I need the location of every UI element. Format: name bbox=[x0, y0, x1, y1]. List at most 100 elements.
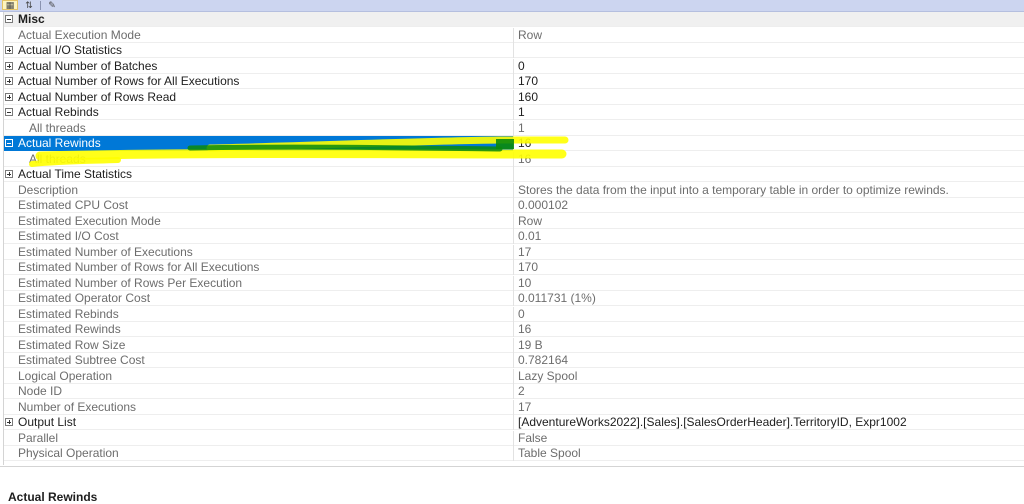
property-label: Estimated Number of Rows Per Execution bbox=[18, 276, 243, 290]
collapse-icon[interactable] bbox=[5, 15, 13, 23]
property-name-cell[interactable]: Estimated I/O Cost bbox=[4, 229, 514, 244]
alphabetical-icon[interactable]: ⇅ bbox=[21, 0, 37, 10]
collapse-icon[interactable] bbox=[5, 139, 13, 147]
expand-icon[interactable] bbox=[5, 170, 13, 178]
property-toolbar: ▦ ⇅ ✎ bbox=[0, 0, 1024, 12]
property-row[interactable]: Estimated Rewinds 16 bbox=[4, 322, 1024, 337]
property-row[interactable]: All threads 16 bbox=[4, 152, 1024, 167]
property-value-cell[interactable]: 17 bbox=[518, 400, 1023, 415]
property-name-cell[interactable]: Estimated Subtree Cost bbox=[4, 353, 514, 368]
property-name-cell[interactable]: Estimated Rewinds bbox=[4, 322, 514, 337]
property-name-cell[interactable]: Description bbox=[4, 183, 514, 198]
property-row[interactable]: All threads 1 bbox=[4, 121, 1024, 136]
property-row[interactable]: Estimated Execution Mode Row bbox=[4, 214, 1024, 229]
expand-icon[interactable] bbox=[5, 62, 13, 70]
expand-icon[interactable] bbox=[5, 418, 13, 426]
property-name-cell[interactable]: Actual Time Statistics bbox=[4, 167, 514, 182]
categorized-icon[interactable]: ▦ bbox=[2, 0, 18, 10]
property-row[interactable]: Actual Number of Rows for All Executions… bbox=[4, 74, 1024, 89]
property-value-cell[interactable]: 2 bbox=[518, 384, 1023, 399]
property-row[interactable]: Estimated Number of Executions 17 bbox=[4, 245, 1024, 260]
expand-icon[interactable] bbox=[5, 77, 13, 85]
property-value-cell[interactable]: Row bbox=[518, 28, 1023, 43]
property-name-cell[interactable]: Parallel bbox=[4, 431, 514, 446]
property-row[interactable]: Estimated Row Size 19 B bbox=[4, 338, 1024, 353]
property-row[interactable]: Actual Rewinds 16 bbox=[4, 136, 1024, 151]
property-row[interactable]: Actual Time Statistics bbox=[4, 167, 1024, 182]
property-name-cell[interactable]: Actual Execution Mode bbox=[4, 28, 514, 43]
property-value-cell[interactable]: 17 bbox=[518, 245, 1023, 260]
property-row[interactable]: Physical Operation Table Spool bbox=[4, 446, 1024, 461]
property-row[interactable]: Actual I/O Statistics bbox=[4, 43, 1024, 58]
property-value-cell[interactable]: 19 B bbox=[518, 338, 1023, 353]
property-row[interactable]: Description Stores the data from the inpu… bbox=[4, 183, 1024, 198]
property-row[interactable]: Output List [AdventureWorks2022].[Sales].… bbox=[4, 415, 1024, 430]
property-name-cell[interactable]: Estimated Rebinds bbox=[4, 307, 514, 322]
property-value-cell[interactable]: Stores the data from the input into a te… bbox=[518, 183, 1023, 198]
property-value-cell[interactable]: 0.000102 bbox=[518, 198, 1023, 213]
property-value-cell[interactable]: 10 bbox=[518, 276, 1023, 291]
property-row[interactable]: Number of Executions 17 bbox=[4, 400, 1024, 415]
property-name-cell[interactable]: Actual Rewinds bbox=[4, 136, 514, 151]
category-header[interactable]: Misc bbox=[4, 12, 1023, 27]
property-name-cell[interactable]: Actual Number of Rows for All Executions bbox=[4, 74, 514, 89]
property-value-cell[interactable]: 16 bbox=[518, 152, 1023, 167]
property-value-cell[interactable]: 160 bbox=[518, 90, 1023, 105]
property-value-cell[interactable]: 16 bbox=[518, 322, 1023, 337]
property-value-cell[interactable]: 1 bbox=[518, 121, 1023, 136]
property-row[interactable]: Actual Number of Batches 0 bbox=[4, 59, 1024, 74]
property-name-cell[interactable]: Actual Rebinds bbox=[4, 105, 514, 120]
property-name-cell[interactable]: Estimated Row Size bbox=[4, 338, 514, 353]
property-value-cell[interactable] bbox=[518, 167, 1023, 182]
property-name-cell[interactable]: Estimated Number of Rows Per Execution bbox=[4, 276, 514, 291]
property-value-cell[interactable]: 0 bbox=[518, 307, 1023, 322]
property-name-cell[interactable]: Logical Operation bbox=[4, 369, 514, 384]
property-value-cell[interactable]: 16 bbox=[518, 136, 1023, 151]
property-value-cell[interactable]: 0.782164 bbox=[518, 353, 1023, 368]
property-row[interactable]: Estimated Subtree Cost 0.782164 bbox=[4, 353, 1024, 368]
property-row[interactable]: Estimated Number of Rows for All Executi… bbox=[4, 260, 1024, 275]
property-value-cell[interactable]: 170 bbox=[518, 260, 1023, 275]
property-row[interactable]: Actual Execution Mode Row bbox=[4, 28, 1024, 43]
property-name-cell[interactable]: Physical Operation bbox=[4, 446, 514, 461]
property-value-cell[interactable]: 0.011731 (1%) bbox=[518, 291, 1023, 306]
property-name-cell[interactable]: Estimated Number of Rows for All Executi… bbox=[4, 260, 514, 275]
property-row[interactable]: Estimated Rebinds 0 bbox=[4, 307, 1024, 322]
property-row[interactable]: Estimated I/O Cost 0.01 bbox=[4, 229, 1024, 244]
category-row-misc[interactable]: Misc bbox=[4, 12, 1024, 27]
property-value-cell[interactable]: Lazy Spool bbox=[518, 369, 1023, 384]
property-name-cell[interactable]: Actual I/O Statistics bbox=[4, 43, 514, 58]
property-value-cell[interactable]: 0.01 bbox=[518, 229, 1023, 244]
property-name-cell[interactable]: Estimated CPU Cost bbox=[4, 198, 514, 213]
property-row[interactable]: Actual Number of Rows Read 160 bbox=[4, 90, 1024, 105]
collapse-icon[interactable] bbox=[5, 108, 13, 116]
property-row[interactable]: Logical Operation Lazy Spool bbox=[4, 369, 1024, 384]
property-value-cell[interactable]: Table Spool bbox=[518, 446, 1023, 461]
property-row[interactable]: Estimated CPU Cost 0.000102 bbox=[4, 198, 1024, 213]
property-value-cell[interactable]: 0 bbox=[518, 59, 1023, 74]
property-row[interactable]: Estimated Number of Rows Per Execution 10 bbox=[4, 276, 1024, 291]
property-value-cell[interactable]: 1 bbox=[518, 105, 1023, 120]
property-name-cell[interactable]: Number of Executions bbox=[4, 400, 514, 415]
property-value-cell[interactable]: False bbox=[518, 431, 1023, 446]
property-value-cell[interactable] bbox=[518, 43, 1023, 58]
property-name-cell[interactable]: Estimated Number of Executions bbox=[4, 245, 514, 260]
property-name-cell[interactable]: All threads bbox=[4, 152, 514, 167]
property-name-cell[interactable]: Actual Number of Rows Read bbox=[4, 90, 514, 105]
property-row[interactable]: Estimated Operator Cost 0.011731 (1%) bbox=[4, 291, 1024, 306]
wrench-icon[interactable]: ✎ bbox=[44, 0, 60, 10]
property-value-cell[interactable]: Row bbox=[518, 214, 1023, 229]
property-row[interactable]: Actual Rebinds 1 bbox=[4, 105, 1024, 120]
property-name-cell[interactable]: Output List bbox=[4, 415, 514, 430]
property-name-cell[interactable]: Actual Number of Batches bbox=[4, 59, 514, 74]
property-name-cell[interactable]: Node ID bbox=[4, 384, 514, 399]
property-row[interactable]: Parallel False bbox=[4, 431, 1024, 446]
property-name-cell[interactable]: Estimated Execution Mode bbox=[4, 214, 514, 229]
expand-icon[interactable] bbox=[5, 93, 13, 101]
property-value-cell[interactable]: [AdventureWorks2022].[Sales].[SalesOrder… bbox=[518, 415, 1023, 430]
expand-icon[interactable] bbox=[5, 46, 13, 54]
property-name-cell[interactable]: All threads bbox=[4, 121, 514, 136]
property-value-cell[interactable]: 170 bbox=[518, 74, 1023, 89]
property-row[interactable]: Node ID 2 bbox=[4, 384, 1024, 399]
property-name-cell[interactable]: Estimated Operator Cost bbox=[4, 291, 514, 306]
